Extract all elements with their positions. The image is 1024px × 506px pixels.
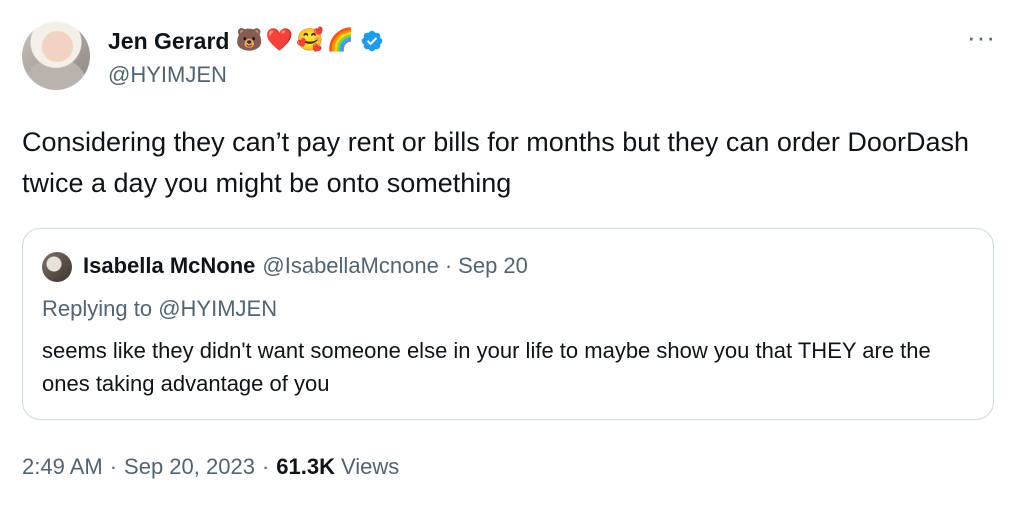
- bear-emoji-icon: 🐻: [235, 28, 263, 53]
- more-options-icon[interactable]: ···: [967, 24, 996, 50]
- tweet-author-avatar[interactable]: [22, 22, 90, 90]
- smiling-hearts-emoji-icon: 🥰: [296, 28, 324, 53]
- tweet-date[interactable]: Sep 20, 2023: [124, 454, 255, 480]
- replying-to-line: Replying to @HYIMJEN: [42, 296, 277, 322]
- tweet-text: Considering they can’t pay rent or bills…: [22, 127, 969, 198]
- tweet-author-handle[interactable]: @HYIMJEN: [108, 62, 227, 88]
- meta-separator-2: ·: [261, 454, 270, 479]
- quoted-tweet-card[interactable]: Isabella McNone @IsabellaMcnone · Sep 20…: [22, 228, 994, 420]
- rainbow-emoji-icon: 🌈: [326, 28, 355, 53]
- tweet-author-name-row: Jen Gerard 🐻 ❤️ 🥰 🌈: [108, 24, 384, 58]
- quoted-author-handle[interactable]: @IsabellaMcnone: [262, 253, 438, 279]
- quoted-author-display-name[interactable]: Isabella McNone: [83, 253, 255, 279]
- tweet-author-display-name[interactable]: Jen Gerard: [108, 28, 229, 55]
- quoted-tweet-text: seems like they didn't want someone else…: [42, 338, 931, 396]
- views-count[interactable]: 61.3K: [276, 454, 335, 480]
- author-name-emojis: 🐻 ❤️ 🥰 🌈: [235, 29, 354, 53]
- views-label[interactable]: Views: [341, 454, 399, 480]
- replying-to-prefix: Replying to: [42, 296, 153, 321]
- quoted-tweet-header: Isabella McNone @IsabellaMcnone · Sep 20: [83, 253, 528, 279]
- verified-badge-icon[interactable]: [360, 29, 384, 53]
- tweet-meta: 2:49 AM · Sep 20, 2023 · 61.3K Views: [22, 454, 399, 480]
- quoted-tweet-date[interactable]: Sep 20: [458, 253, 528, 279]
- heart-emoji-icon: ❤️: [265, 28, 294, 53]
- replying-to-handle[interactable]: @HYIMJEN: [158, 296, 277, 321]
- tweet-time[interactable]: 2:49 AM: [22, 454, 103, 480]
- quoted-author-avatar[interactable]: [42, 252, 72, 282]
- quoted-header-separator: ·: [444, 253, 453, 278]
- meta-separator-1: ·: [109, 454, 118, 479]
